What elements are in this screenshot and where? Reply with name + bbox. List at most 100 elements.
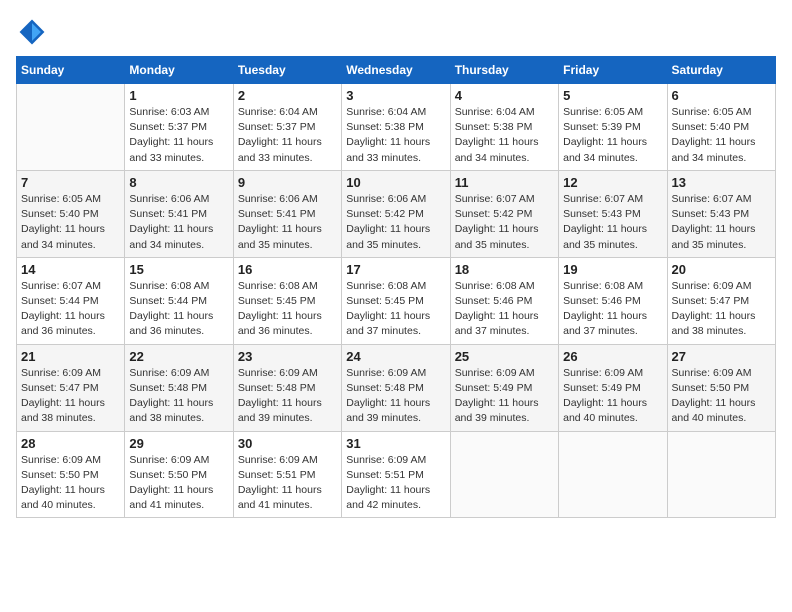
day-number: 7 [21, 175, 120, 190]
day-cell: 6 Sunrise: 6:05 AM Sunset: 5:40 PM Daylig… [667, 84, 775, 171]
day-number: 1 [129, 88, 228, 103]
day-info: Sunrise: 6:09 AM Sunset: 5:49 PM Dayligh… [563, 366, 662, 427]
day-cell: 1 Sunrise: 6:03 AM Sunset: 5:37 PM Daylig… [125, 84, 233, 171]
day-info: Sunrise: 6:08 AM Sunset: 5:46 PM Dayligh… [563, 279, 662, 340]
day-info: Sunrise: 6:09 AM Sunset: 5:51 PM Dayligh… [346, 453, 445, 514]
day-info: Sunrise: 6:07 AM Sunset: 5:43 PM Dayligh… [563, 192, 662, 253]
day-number: 17 [346, 262, 445, 277]
day-number: 20 [672, 262, 771, 277]
day-cell [450, 431, 558, 518]
day-cell: 2 Sunrise: 6:04 AM Sunset: 5:37 PM Daylig… [233, 84, 341, 171]
day-info: Sunrise: 6:09 AM Sunset: 5:50 PM Dayligh… [129, 453, 228, 514]
day-number: 15 [129, 262, 228, 277]
day-number: 14 [21, 262, 120, 277]
day-info: Sunrise: 6:08 AM Sunset: 5:46 PM Dayligh… [455, 279, 554, 340]
day-number: 29 [129, 436, 228, 451]
day-number: 11 [455, 175, 554, 190]
day-info: Sunrise: 6:04 AM Sunset: 5:38 PM Dayligh… [455, 105, 554, 166]
day-info: Sunrise: 6:03 AM Sunset: 5:37 PM Dayligh… [129, 105, 228, 166]
day-number: 28 [21, 436, 120, 451]
day-number: 4 [455, 88, 554, 103]
day-cell: 14 Sunrise: 6:07 AM Sunset: 5:44 PM Dayli… [17, 257, 125, 344]
header-cell-friday: Friday [559, 57, 667, 84]
day-info: Sunrise: 6:09 AM Sunset: 5:48 PM Dayligh… [346, 366, 445, 427]
day-number: 27 [672, 349, 771, 364]
day-number: 13 [672, 175, 771, 190]
day-cell: 22Sunrise: 6:09 AM Sunset: 5:48 PM Dayli… [125, 344, 233, 431]
day-number: 30 [238, 436, 337, 451]
day-info: Sunrise: 6:09 AM Sunset: 5:50 PM Dayligh… [21, 453, 120, 514]
day-cell: 17Sunrise: 6:08 AM Sunset: 5:45 PM Dayli… [342, 257, 450, 344]
day-cell: 7 Sunrise: 6:05 AM Sunset: 5:40 PM Daylig… [17, 170, 125, 257]
day-info: Sunrise: 6:05 AM Sunset: 5:39 PM Dayligh… [563, 105, 662, 166]
day-cell: 26 Sunrise: 6:09 AM Sunset: 5:49 PM Dayli… [559, 344, 667, 431]
day-info: Sunrise: 6:07 AM Sunset: 5:44 PM Dayligh… [21, 279, 120, 340]
day-cell: 20 Sunrise: 6:09 AM Sunset: 5:47 PM Dayli… [667, 257, 775, 344]
day-cell [559, 431, 667, 518]
day-cell: 31 Sunrise: 6:09 AM Sunset: 5:51 PM Dayli… [342, 431, 450, 518]
day-info: Sunrise: 6:05 AM Sunset: 5:40 PM Dayligh… [672, 105, 771, 166]
day-info: Sunrise: 6:09 AM Sunset: 5:48 PM Dayligh… [238, 366, 337, 427]
day-info: Sunrise: 6:04 AM Sunset: 5:37 PM Dayligh… [238, 105, 337, 166]
day-number: 12 [563, 175, 662, 190]
header-cell-tuesday: Tuesday [233, 57, 341, 84]
day-number: 24 [346, 349, 445, 364]
day-info: Sunrise: 6:09 AM Sunset: 5:51 PM Dayligh… [238, 453, 337, 514]
day-info: Sunrise: 6:06 AM Sunset: 5:42 PM Dayligh… [346, 192, 445, 253]
day-number: 25 [455, 349, 554, 364]
page-header [16, 16, 776, 48]
day-info: Sunrise: 6:09 AM Sunset: 5:50 PM Dayligh… [672, 366, 771, 427]
day-info: Sunrise: 6:09 AM Sunset: 5:47 PM Dayligh… [672, 279, 771, 340]
day-number: 8 [129, 175, 228, 190]
day-number: 31 [346, 436, 445, 451]
day-info: Sunrise: 6:05 AM Sunset: 5:40 PM Dayligh… [21, 192, 120, 253]
day-number: 19 [563, 262, 662, 277]
day-cell: 28 Sunrise: 6:09 AM Sunset: 5:50 PM Dayli… [17, 431, 125, 518]
day-number: 26 [563, 349, 662, 364]
day-number: 18 [455, 262, 554, 277]
day-cell: 8 Sunrise: 6:06 AM Sunset: 5:41 PM Daylig… [125, 170, 233, 257]
header-cell-wednesday: Wednesday [342, 57, 450, 84]
day-cell: 12 Sunrise: 6:07 AM Sunset: 5:43 PM Dayli… [559, 170, 667, 257]
day-number: 2 [238, 88, 337, 103]
day-cell: 21 Sunrise: 6:09 AM Sunset: 5:47 PM Dayli… [17, 344, 125, 431]
day-cell: 10 Sunrise: 6:06 AM Sunset: 5:42 PM Dayli… [342, 170, 450, 257]
header-cell-thursday: Thursday [450, 57, 558, 84]
day-info: Sunrise: 6:09 AM Sunset: 5:48 PM Dayligh… [129, 366, 228, 427]
day-cell: 16 Sunrise: 6:08 AM Sunset: 5:45 PM Dayli… [233, 257, 341, 344]
day-info: Sunrise: 6:06 AM Sunset: 5:41 PM Dayligh… [129, 192, 228, 253]
day-cell: 18 Sunrise: 6:08 AM Sunset: 5:46 PM Dayli… [450, 257, 558, 344]
day-cell: 29 Sunrise: 6:09 AM Sunset: 5:50 PM Dayli… [125, 431, 233, 518]
day-number: 16 [238, 262, 337, 277]
day-cell: 15Sunrise: 6:08 AM Sunset: 5:44 PM Dayli… [125, 257, 233, 344]
day-info: Sunrise: 6:07 AM Sunset: 5:43 PM Dayligh… [672, 192, 771, 253]
day-number: 21 [21, 349, 120, 364]
day-info: Sunrise: 6:09 AM Sunset: 5:49 PM Dayligh… [455, 366, 554, 427]
day-number: 3 [346, 88, 445, 103]
day-info: Sunrise: 6:08 AM Sunset: 5:45 PM Dayligh… [238, 279, 337, 340]
day-cell: 11Sunrise: 6:07 AM Sunset: 5:42 PM Dayli… [450, 170, 558, 257]
day-cell: 13 Sunrise: 6:07 AM Sunset: 5:43 PM Dayli… [667, 170, 775, 257]
day-cell: 23Sunrise: 6:09 AM Sunset: 5:48 PM Dayli… [233, 344, 341, 431]
week-row-2: 7 Sunrise: 6:05 AM Sunset: 5:40 PM Daylig… [17, 170, 776, 257]
header-cell-saturday: Saturday [667, 57, 775, 84]
day-cell: 5 Sunrise: 6:05 AM Sunset: 5:39 PM Daylig… [559, 84, 667, 171]
day-cell: 9 Sunrise: 6:06 AM Sunset: 5:41 PM Daylig… [233, 170, 341, 257]
day-number: 9 [238, 175, 337, 190]
day-info: Sunrise: 6:06 AM Sunset: 5:41 PM Dayligh… [238, 192, 337, 253]
week-row-3: 14 Sunrise: 6:07 AM Sunset: 5:44 PM Dayli… [17, 257, 776, 344]
day-cell [17, 84, 125, 171]
day-info: Sunrise: 6:09 AM Sunset: 5:47 PM Dayligh… [21, 366, 120, 427]
day-cell: 4 Sunrise: 6:04 AM Sunset: 5:38 PM Daylig… [450, 84, 558, 171]
logo [16, 16, 52, 48]
day-info: Sunrise: 6:04 AM Sunset: 5:38 PM Dayligh… [346, 105, 445, 166]
day-number: 5 [563, 88, 662, 103]
day-cell: 25 Sunrise: 6:09 AM Sunset: 5:49 PM Dayli… [450, 344, 558, 431]
day-number: 10 [346, 175, 445, 190]
day-cell: 3 Sunrise: 6:04 AM Sunset: 5:38 PM Daylig… [342, 84, 450, 171]
day-cell [667, 431, 775, 518]
day-number: 6 [672, 88, 771, 103]
day-cell: 27 Sunrise: 6:09 AM Sunset: 5:50 PM Dayli… [667, 344, 775, 431]
logo-icon [16, 16, 48, 48]
header-row: SundayMondayTuesdayWednesdayThursdayFrid… [17, 57, 776, 84]
